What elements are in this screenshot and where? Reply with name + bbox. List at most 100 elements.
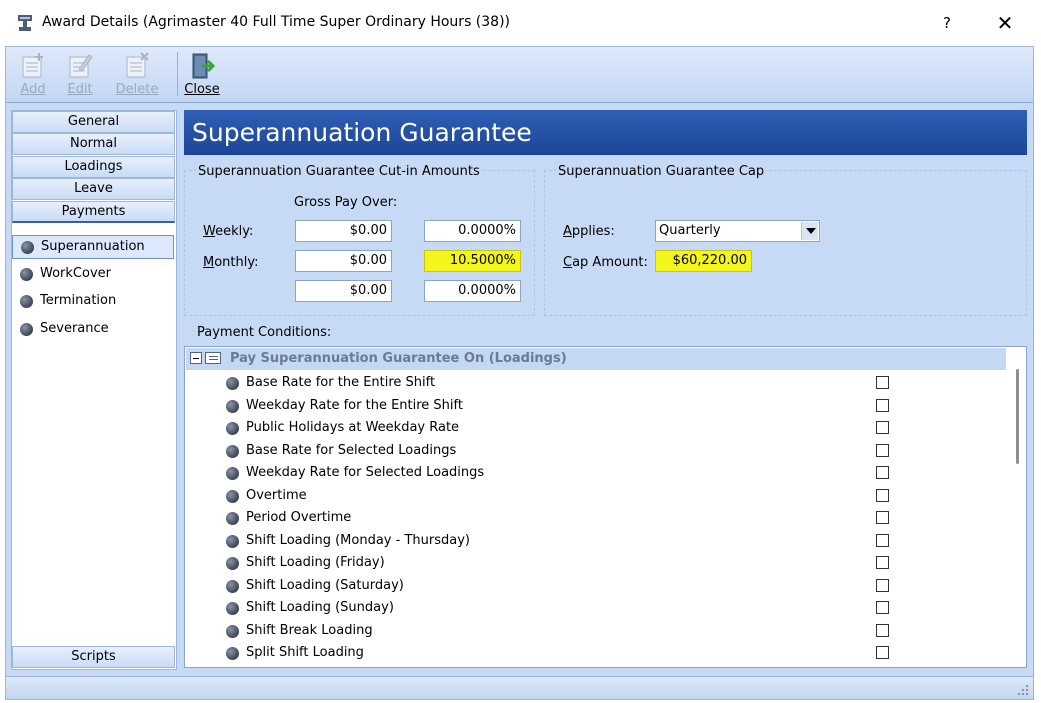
bullet-icon [226,512,239,525]
exit-door-icon [192,53,215,79]
sidebar-item-workcover[interactable]: WorkCover [12,263,174,287]
list-item-label: Shift Loading (Saturday) [246,577,404,593]
close-label: Close [184,82,220,97]
sidebar-item-label: Termination [40,293,117,308]
list-item: Shift Loading (Monday - Thursday) [205,530,1005,552]
resize-grip-icon[interactable] [1017,684,1029,696]
list-item-label: Weekday Rate for Selected Loadings [246,465,485,480]
condition-checkbox[interactable] [876,443,889,457]
condition-checkbox[interactable] [876,533,889,547]
list-item: Split Shift Loading [205,642,1005,664]
list-item: Public Holidays at Weekday Rate [205,417,1005,439]
list-item-label: Shift Loading (Sunday) [246,600,394,615]
list-item: Overtime [205,485,1005,507]
cap-amount-field[interactable]: $60,220.00 [655,250,752,272]
tab-normal[interactable]: Normal [12,133,175,155]
collapse-icon[interactable] [190,352,202,364]
delete-button[interactable]: Delete [110,47,164,101]
condition-checkbox[interactable] [876,646,889,659]
condition-checkbox[interactable] [876,466,889,479]
list-item: Base Rate for the Entire Shift [205,372,1005,394]
list-item-label: Shift Loading (Monday - Thursday) [246,532,470,548]
weekly-percent-field[interactable]: 0.0000% [424,220,521,242]
bullet-icon [21,241,34,254]
condition-checkbox[interactable] [876,623,889,637]
list-item-label: Base Rate for the Entire Shift [246,375,436,390]
list-icon [205,352,221,364]
award-app-icon [18,15,32,31]
list-item-label: Base Rate for Selected Loadings [246,442,457,458]
add-button[interactable]: Add [14,47,52,101]
edit-label: Edit [67,82,93,97]
monthly-percent-field[interactable]: 10.5000% [424,250,521,272]
list-item: Base Rate for Selected Loadings [205,440,1005,462]
help-button[interactable]: ? [930,8,964,38]
condition-checkbox[interactable] [876,511,889,524]
tab-scripts[interactable]: Scripts [12,646,175,668]
monthly-amount-field[interactable]: $0.00 [295,250,392,272]
condition-checkbox[interactable] [876,601,889,614]
close-button[interactable]: Close [182,47,222,101]
bullet-icon [226,624,239,638]
sidebar-item-label: Superannuation [41,239,145,254]
third-percent-field[interactable]: 0.0000% [424,280,521,302]
list-item-label: Split Shift Loading [246,645,364,660]
sidebar-item-superannuation[interactable]: Superannuation [12,235,174,259]
monthly-label: Monthly: [203,255,259,270]
bullet-icon [20,268,33,281]
tab-general[interactable]: General [12,111,175,133]
bullet-icon [20,295,33,308]
window-title: Award Details (Agrimaster 40 Full Time S… [42,14,511,30]
list-item-label: Shift Break Loading [246,622,373,638]
vertical-scrollbar[interactable] [1016,369,1019,464]
gross-pay-over-label: Gross Pay Over: [294,195,398,210]
condition-checkbox[interactable] [876,556,889,569]
chevron-down-icon[interactable] [801,222,818,240]
add-document-icon [22,53,43,78]
bullet-icon [226,602,239,615]
applies-dropdown[interactable]: Quarterly [655,220,820,242]
payment-conditions-tree[interactable]: Pay Superannuation Guarantee On (Loading… [184,346,1027,668]
sidebar-item-label: Severance [40,321,109,336]
tab-loadings[interactable]: Loadings [12,156,175,178]
edit-button[interactable]: Edit [62,47,98,101]
weekly-label: Weekly: [203,224,254,239]
list-item: Shift Loading (Sunday) [205,597,1005,619]
cap-group-box [544,170,1027,316]
condition-checkbox[interactable] [876,488,889,502]
bullet-icon [226,377,239,390]
list-item-label: Weekday Rate for the Entire Shift [246,397,463,413]
edit-document-icon [69,54,93,78]
close-window-button[interactable]: ✕ [988,8,1022,38]
condition-checkbox[interactable] [876,398,889,412]
list-item-label: Period Overtime [246,510,352,525]
bullet-icon [226,489,239,503]
status-bar [6,676,1033,699]
sidebar-item-severance[interactable]: Severance [12,318,174,342]
condition-checkbox[interactable] [876,421,889,434]
bullet-icon [226,467,239,480]
delete-document-icon [126,52,149,78]
condition-checkbox[interactable] [876,578,889,592]
applies-selected-value: Quarterly [659,223,721,238]
weekly-amount-field[interactable]: $0.00 [295,220,392,242]
cap-group-title: Superannuation Guarantee Cap [556,164,767,179]
bullet-icon [226,557,239,570]
third-amount-field[interactable]: $0.00 [295,280,392,302]
cap-amount-label: Cap Amount: [563,255,648,270]
tree-group-header[interactable]: Pay Superannuation Guarantee On (Loading… [186,348,1006,370]
tab-payments[interactable]: Payments [12,201,175,223]
delete-label: Delete [115,82,159,97]
bullet-icon [226,444,239,458]
list-item-label: Shift Loading (Friday) [246,555,385,570]
bullet-icon [226,647,239,660]
list-item: Shift Loading (Friday) [205,552,1005,574]
payment-conditions-label: Payment Conditions: [197,325,332,340]
list-item: Weekday Rate for Selected Loadings [205,462,1005,484]
sidebar-item-label: WorkCover [40,266,111,281]
add-label: Add [20,82,46,97]
condition-checkbox[interactable] [876,376,889,389]
tab-leave[interactable]: Leave [12,178,175,200]
page-title: Superannuation Guarantee [184,110,1027,155]
sidebar-item-termination[interactable]: Termination [12,290,174,314]
